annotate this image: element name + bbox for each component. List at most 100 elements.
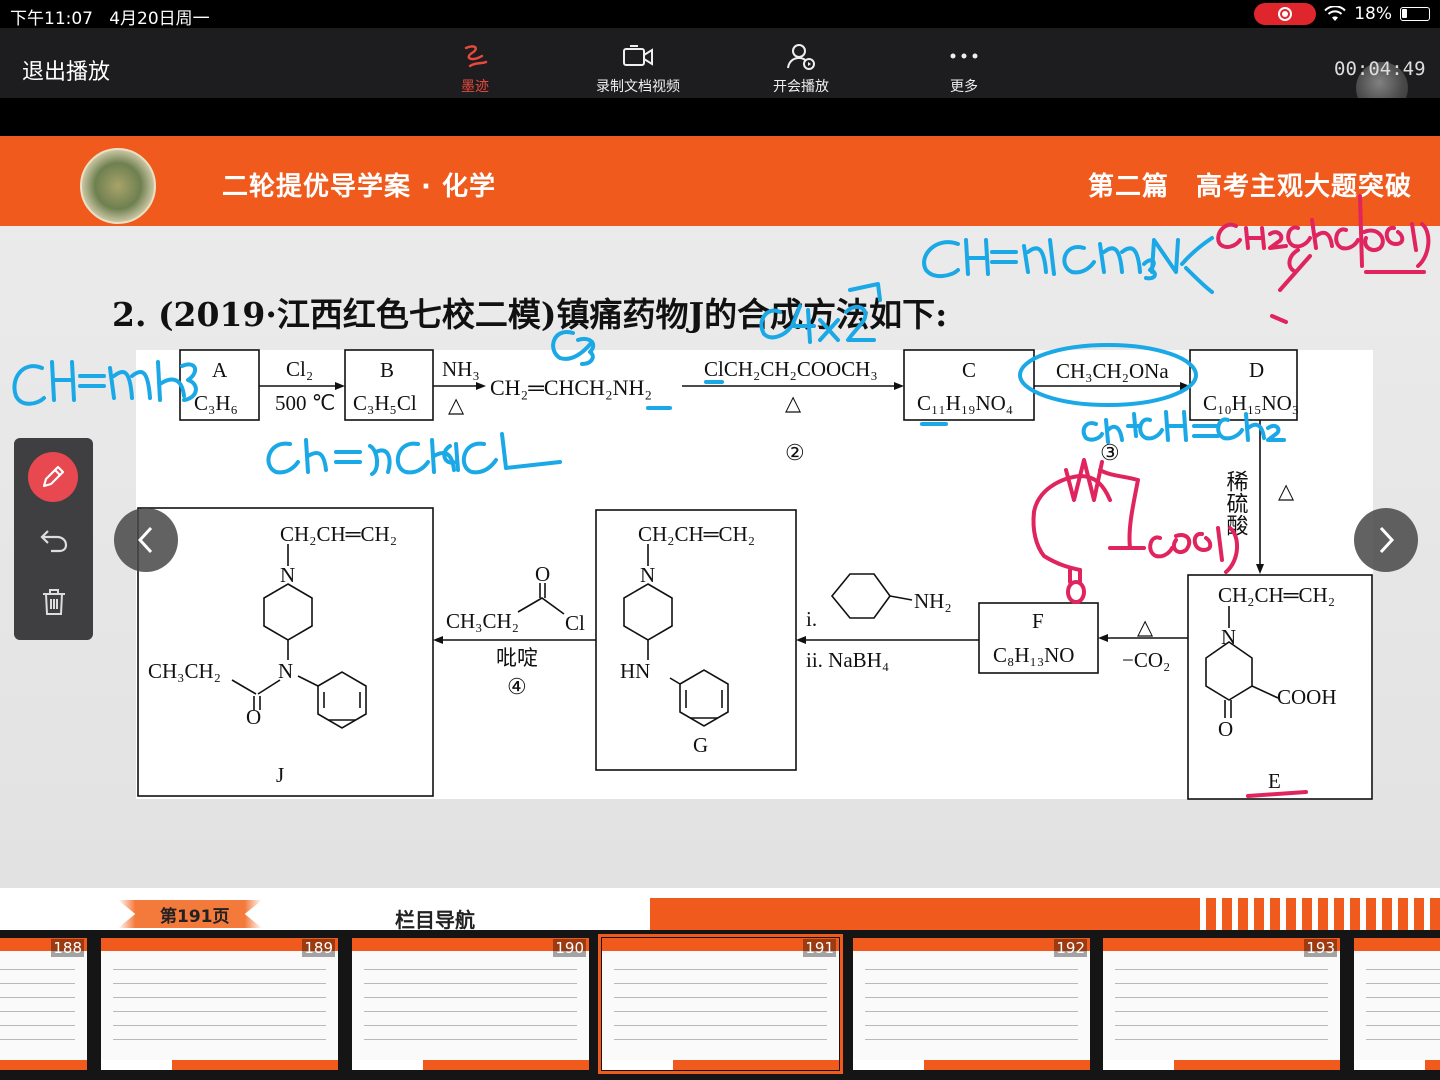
reagent-decarboxylation: −CO₂ [1122,648,1170,672]
record-video-button[interactable]: 录制文档视频 [578,42,698,96]
synthesis-scheme: A C₃H₆ B C₃H₅Cl Cl₂ 500 ℃ NH₃ △ CH₂═CHCH… [136,349,1373,800]
step-3-label: ③ [1100,440,1120,465]
reagent-aniline-nh2: NH₂ [914,589,952,613]
g-amine: HN [620,659,650,683]
trash-icon [43,589,65,615]
more-label: 更多 [950,79,978,95]
reagent-heat-3: △ [1278,479,1295,503]
compound-f-formula: C₈H₁₃NO [993,643,1074,667]
status-time: 下午11:07 [10,9,93,29]
reagent-ethoxide: CH₃CH₂ONa [1056,359,1169,383]
meeting-play-button[interactable]: 开会播放 [741,42,861,96]
compound-a-label: A [212,358,228,382]
compound-j-label: J [276,763,284,787]
reagent-pyridine: 吡啶 [496,646,538,670]
reagent-acyl-oxygen: O [535,562,550,586]
compound-c-label: C [962,358,976,382]
reagent-heat-4: △ [1137,615,1154,639]
playback-timer: 00:04:49 [1334,58,1426,80]
page-number-label: 第191页 [160,907,230,927]
compound-c-formula: C₁₁H₁₉NO₄ [917,391,1013,415]
record-video-label: 录制文档视频 [596,79,680,95]
thumbnail-number: 188 [51,939,84,957]
chevron-right-icon [1379,526,1395,554]
reagent-heat-1: △ [448,393,465,417]
ink-tools-panel [14,438,93,640]
chevron-left-icon [137,526,153,554]
j-allyl: CH₂CH═CH₂ [280,522,397,546]
compound-g-label: G [693,733,708,757]
section-navigation-link[interactable]: 栏目导航 [395,904,475,933]
reagent-temp: 500 ℃ [275,391,335,415]
step-4-label: ④ [507,674,527,699]
e-allyl: CH₂CH═CH₂ [1218,583,1335,607]
thumbnail-slide-188[interactable]: 188 [0,938,87,1070]
thumbnail-slide-192[interactable]: 192 [853,938,1090,1070]
clear-ink-button[interactable] [34,582,74,622]
reagent-allylamine: CH₂═CHCH₂NH₂ [490,375,652,400]
compound-f-label: F [1032,609,1044,633]
j-nitrogen-ring: N [280,563,295,587]
screen-record-indicator[interactable] [1254,3,1317,25]
ink-button[interactable]: 墨迹 [415,42,535,96]
j-ethyl: CH₃CH₂ [148,659,221,683]
undo-button[interactable] [34,520,74,560]
meeting-play-label: 开会播放 [773,79,829,95]
ink-label: 墨迹 [461,79,489,95]
compound-d-label: D [1249,358,1264,382]
slide-footer: 第191页 栏目导航 [0,888,1440,933]
compound-b-formula: C₃H₅Cl [353,391,417,415]
step-i-label: i. [806,607,817,631]
reagent-acyl-ethyl: CH₃CH₂ [446,609,519,633]
thumbnail-number: 191 [803,939,836,957]
e-carboxyl: COOH [1277,685,1337,709]
battery-icon [1400,7,1430,21]
record-icon [1278,7,1293,21]
status-date: 4月20日周一 [109,9,210,29]
ink-icon [415,42,535,70]
reagent-ester: ClCH₂CH₂COOCH₃ [704,357,878,381]
meeting-icon [741,42,861,70]
step-2-label: ② [785,440,805,465]
letterbox-band [0,98,1440,136]
reagent-cl2: Cl₂ [286,357,313,381]
e-nitrogen: N [1221,625,1236,649]
reagent-heat-2: △ [785,391,802,415]
pen-tool-button[interactable] [28,452,78,502]
compound-d-formula: C₁₀H₁₅NO₃ [1203,391,1299,415]
j-oxygen: O [246,705,261,729]
reagent-acyl-chloride: Cl [565,611,585,635]
footer-stripes [1206,898,1440,930]
wifi-icon [1324,6,1346,21]
j-nitrogen-amide: N [278,659,293,683]
thumbnail-number: 189 [302,939,335,957]
thumbnail-slide-194[interactable] [1354,938,1440,1070]
previous-slide-button[interactable] [114,508,178,572]
more-icon [904,42,1024,70]
footer-orange-bar [650,898,1200,930]
reagent-dilute-acid: 稀硫酸 [1224,470,1249,536]
thumbnail-slide-189[interactable]: 189 [101,938,338,1070]
more-button[interactable]: 更多 [904,42,1024,96]
step-ii-label: ii. NaBH₄ [806,648,889,672]
playback-toolbar: 退出播放 墨迹 录制文档视频 开会播放 更多 00:04:49 [0,28,1440,114]
record-video-icon [578,42,698,70]
pen-icon [42,465,65,488]
slide-canvas: 二轮提优导学案 · 化学 第二篇 高考主观大题突破 2. (2019·江西红色七… [0,136,1440,888]
thumbnail-slide-191[interactable]: 191 [598,934,843,1074]
e-oxygen: O [1218,717,1233,741]
status-bar: 下午11:07 4月20日周一 18% [0,0,1440,29]
exit-playback-button[interactable]: 退出播放 [22,54,110,86]
compound-a-formula: C₃H₆ [194,391,238,415]
g-nitrogen: N [640,563,655,587]
undo-icon [40,530,68,553]
battery-percent: 18% [1354,4,1392,24]
thumbnail-slide-193[interactable]: 193 [1103,938,1340,1070]
thumbnail-number: 190 [553,939,586,957]
thumbnail-number: 193 [1304,939,1337,957]
slide-thumbnail-strip: 188 189 190 191 192 193 [0,930,1440,1080]
next-slide-button[interactable] [1354,508,1418,572]
thumbnail-slide-190[interactable]: 190 [352,938,589,1070]
g-allyl: CH₂CH═CH₂ [638,522,755,546]
compound-b-label: B [380,358,394,382]
